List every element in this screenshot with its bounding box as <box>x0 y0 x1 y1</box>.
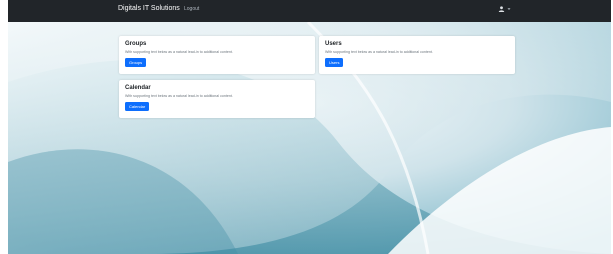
card-text: With supporting text below as a natural … <box>325 50 433 54</box>
card-text: With supporting text below as a natural … <box>125 50 233 54</box>
card-title: Groups <box>125 41 147 47</box>
app-window: Digitals IT Solutions Logout Groups With… <box>8 0 611 254</box>
groups-button[interactable]: Groups <box>125 58 147 67</box>
caret-down-icon <box>507 8 511 10</box>
user-icon <box>498 6 505 12</box>
card-text: With supporting text below as a natural … <box>125 94 233 98</box>
card-calendar: Calendar With supporting text below as a… <box>119 80 315 118</box>
card-groups: Groups With supporting text below as a n… <box>119 36 315 74</box>
card-title: Calendar <box>125 85 151 91</box>
users-button[interactable]: Users <box>325 58 344 67</box>
user-menu[interactable] <box>498 6 511 12</box>
card-title: Users <box>325 41 342 47</box>
navbar: Digitals IT Solutions Logout <box>8 0 611 22</box>
nav-link-logout[interactable]: Logout <box>184 6 199 12</box>
calendar-button[interactable]: Calendar <box>125 102 150 111</box>
navbar-brand[interactable]: Digitals IT Solutions <box>118 5 180 12</box>
card-users: Users With supporting text below as a na… <box>319 36 515 74</box>
